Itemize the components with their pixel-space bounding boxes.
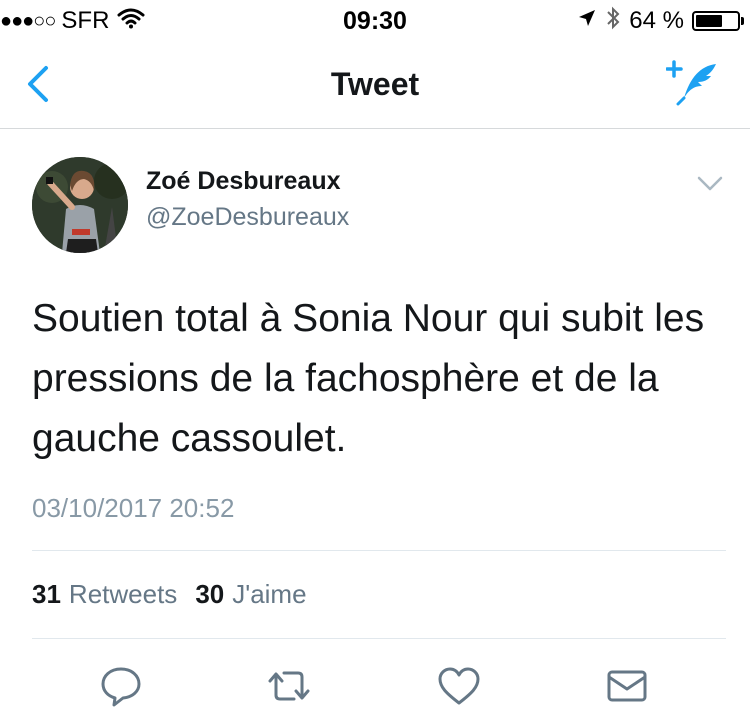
author-name[interactable]: Zoé Desbureaux <box>146 167 341 196</box>
location-arrow-icon <box>577 7 597 35</box>
status-right: 64 % <box>569 5 744 38</box>
avatar[interactable] <box>32 157 128 253</box>
tweet-timestamp: 03/10/2017 20:52 <box>32 493 235 523</box>
divider <box>32 550 726 551</box>
bluetooth-icon <box>605 5 621 38</box>
navigation-bar: Tweet <box>0 40 750 129</box>
tweet-text: Soutien total à Sonia Nour qui subit les… <box>32 297 705 460</box>
retweet-label[interactable]: Retweets <box>69 579 177 610</box>
divider <box>32 638 726 639</box>
like-icon[interactable] <box>436 663 482 709</box>
retweet-count[interactable]: 31 <box>32 579 61 610</box>
status-bar: ●●●○○ SFR 09:30 64 % <box>0 0 750 40</box>
compose-tweet-icon[interactable] <box>665 58 720 106</box>
battery-percentage: 64 % <box>629 7 684 34</box>
page-title: Tweet <box>330 66 420 102</box>
battery-fill <box>696 15 722 27</box>
reply-icon[interactable] <box>98 663 144 709</box>
like-count[interactable]: 30 <box>195 579 224 610</box>
author-handle[interactable]: @ZoeDesbureaux <box>146 203 349 232</box>
like-label[interactable]: J'aime <box>232 579 306 610</box>
retweet-icon[interactable] <box>266 663 312 709</box>
message-icon[interactable] <box>604 663 650 709</box>
tweet-actions <box>0 659 750 715</box>
tweet-stats: 31 Retweets 30 J'aime <box>32 579 325 610</box>
chevron-down-icon[interactable] <box>696 175 724 193</box>
battery-icon <box>692 11 744 31</box>
